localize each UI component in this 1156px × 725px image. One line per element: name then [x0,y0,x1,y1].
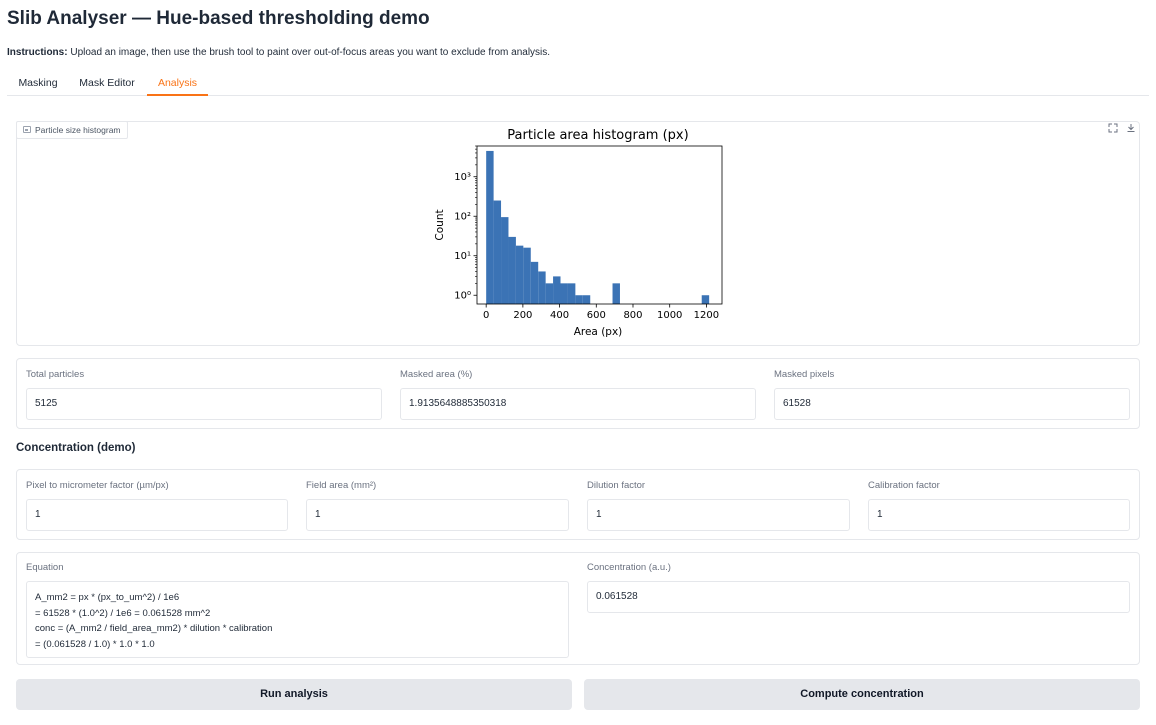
concentration-result-field[interactable]: 0.061528 [587,581,1130,613]
histogram-bar [538,271,546,304]
pixel-factor-input[interactable]: 1 [26,499,288,531]
download-icon[interactable] [1124,123,1138,137]
total-particles-field[interactable]: 5125 [26,388,382,420]
app-title: Slib Analyser — Hue-based thresholding d… [7,8,430,29]
equation-line: A_mm2 = px * (px_to_um^2) / 1e6 [35,592,180,603]
equation-textarea[interactable]: A_mm2 = px * (px_to_um^2) / 1e6 = 61528 … [26,581,569,658]
x-tick-label: 600 [587,310,606,321]
y-tick-label: 10² [454,212,471,223]
tab-masking[interactable]: Masking [14,72,62,96]
histogram-bar [612,283,620,304]
plot-block-label: Particle size histogram [16,121,128,139]
chart-title: Particle area histogram (px) [507,128,688,143]
calibration-label: Calibration factor [868,480,940,491]
histogram-bar [508,236,516,304]
histogram-bar [567,283,576,304]
x-tick-label: 1200 [694,310,719,321]
pixel-factor-label: Pixel to micrometer factor (µm/px) [26,480,169,491]
total-particles-label: Total particles [26,369,85,380]
compute-concentration-button[interactable]: Compute concentration [584,679,1140,710]
x-tick-label: 1000 [657,310,682,321]
y-tick-label: 10⁰ [454,291,471,302]
equation-line: = (0.061528 / 1.0) * 1.0 * 1.0 [35,638,155,650]
field-area-label: Field area (mm²) [306,480,377,491]
equation-label: Equation [26,562,64,573]
plot-block-label-text: Particle size histogram [35,125,121,135]
tab-mask-editor[interactable]: Mask Editor [75,72,139,96]
histogram-bar [486,150,494,304]
x-tick-label: 0 [483,310,489,321]
histogram-bar [515,245,524,304]
equation-line: = 61528 * (1.0^2) / 1e6 = 0.061528 mm^2 [35,607,211,619]
histogram-bar [560,283,568,304]
histogram-bar [582,295,591,304]
field-area-input[interactable]: 1 [306,499,569,531]
histogram-bar [553,276,561,304]
instructions-text: Upload an image, then use the brush tool… [67,47,551,58]
masked-pixels-field[interactable]: 61528 [774,388,1130,420]
histogram-bar [530,261,539,304]
histogram-bar [701,295,710,304]
x-tick-label: 200 [513,310,532,321]
image-icon [23,126,31,133]
histogram-bar [493,200,502,304]
y-tick-label: 10³ [454,172,471,183]
x-tick-label: 400 [550,310,569,321]
expand-icon[interactable] [1106,123,1120,137]
x-axis-label: Area (px) [574,326,623,338]
histogram-bar [545,283,554,304]
masked-area-field[interactable]: 1.9135648885350318 [400,388,756,420]
masked-pixels-label: Masked pixels [774,369,835,380]
instructions-label: Instructions: [7,47,68,58]
histogram-bar [523,247,531,304]
instructions: Instructions: Upload an image, then use … [7,47,550,58]
concentration-result-label: Concentration (a.u.) [587,562,671,573]
y-axis-label: Count [434,209,446,240]
histogram-bar [575,295,583,304]
x-tick-label: 800 [623,310,642,321]
dilution-label: Dilution factor [587,480,646,491]
tab-bar: Masking Mask Editor Analysis [7,72,1149,96]
dilution-input[interactable]: 1 [587,499,850,531]
histogram-bar [501,217,509,304]
concentration-title: Concentration (demo) [16,442,136,454]
histogram-chart: Particle area histogram (px) 0 200 400 600 8… [434,128,723,338]
y-tick-label: 10¹ [454,251,471,262]
masked-area-label: Masked area (%) [400,369,473,380]
tab-analysis[interactable]: Analysis [147,72,208,96]
calibration-input[interactable]: 1 [868,499,1130,531]
equation-line: conc = (A_mm2 / field_area_mm2) * diluti… [35,623,273,634]
run-analysis-button[interactable]: Run analysis [16,679,572,710]
